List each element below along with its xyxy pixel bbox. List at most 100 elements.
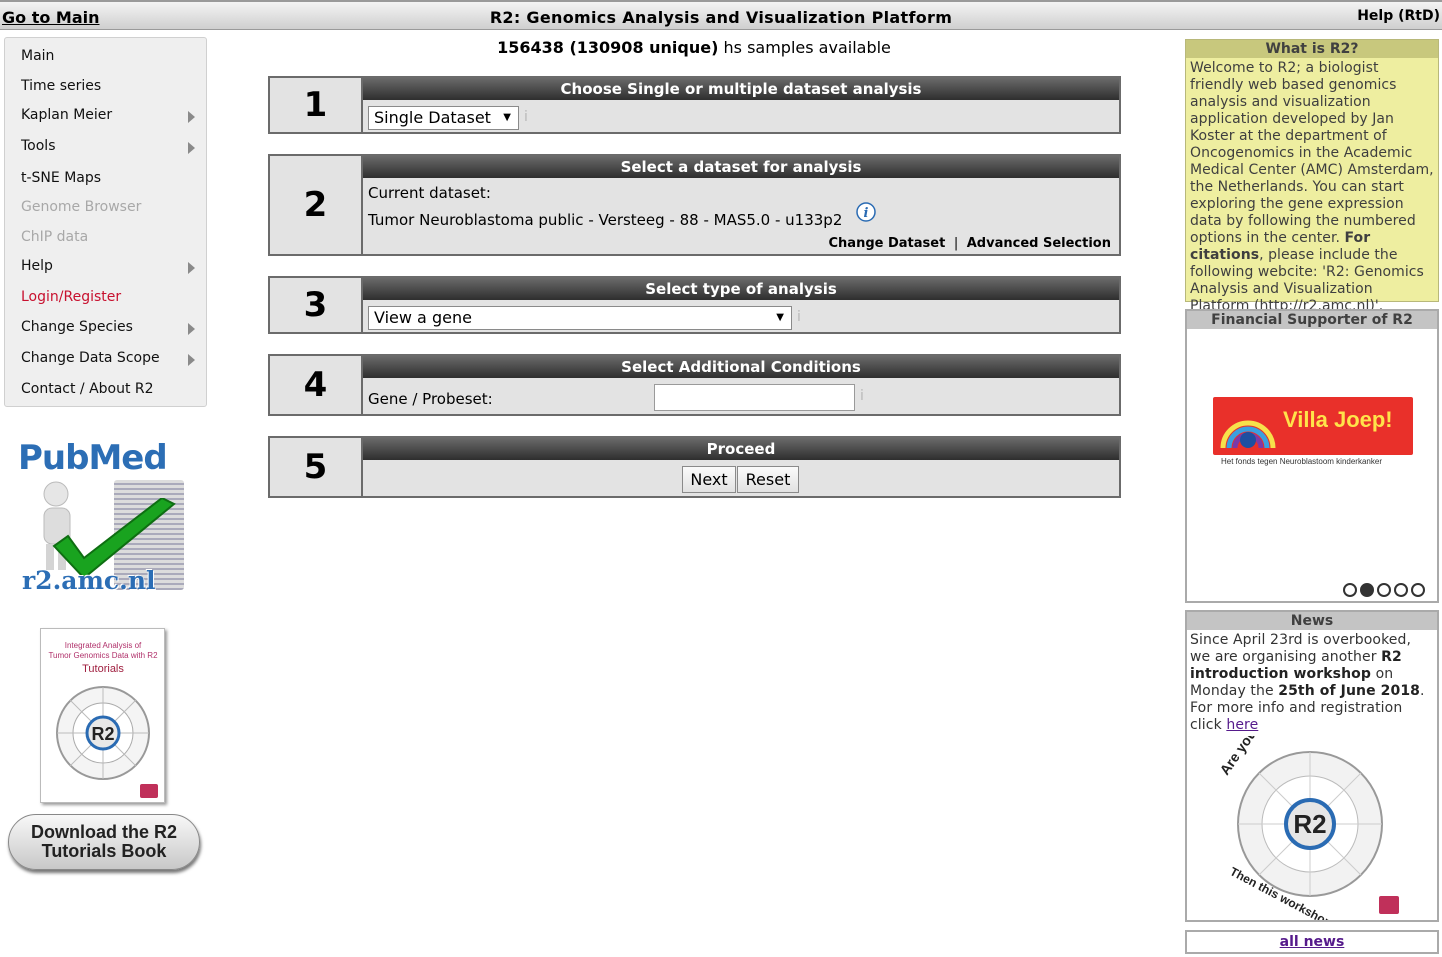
step-5-panel: 5 Proceed Next Reset	[268, 436, 1121, 498]
news-text-part: Since April 23rd is overbooked, we are o…	[1190, 632, 1412, 665]
top-bar: Go to Main R2: Genomics Analysis and Vis…	[0, 0, 1442, 30]
submenu-arrow-icon	[188, 262, 195, 274]
sidebar-item-chip-data: ChIP data	[21, 229, 205, 245]
page-title: R2: Genomics Analysis and Visualization …	[489, 8, 953, 27]
samples-available: 156438 (130908 unique) hs samples availa…	[268, 38, 1120, 57]
sidebar-item-change-data-scope[interactable]: Change Data Scope	[21, 350, 205, 366]
all-news-link[interactable]: all news	[1280, 934, 1345, 950]
sidebar-item-login-register[interactable]: Login/Register	[21, 289, 205, 305]
reset-button[interactable]: Reset	[737, 466, 799, 493]
news-bold-part: 25th of June 2018	[1278, 683, 1421, 699]
sidebar-item-time-series[interactable]: Time series	[21, 78, 205, 94]
panel-heading: Financial Supporter of R2	[1187, 311, 1437, 329]
next-button[interactable]: Next	[682, 466, 736, 493]
step-number: 1	[270, 78, 363, 132]
sidebar-item-label: Login/Register	[21, 289, 122, 305]
step-title: Proceed	[363, 438, 1119, 460]
dataset-info-icon[interactable]: i	[856, 202, 878, 224]
slide-dot[interactable]	[1411, 583, 1425, 597]
sidebar-item-label: t-SNE Maps	[21, 170, 102, 186]
slide-dot[interactable]	[1394, 583, 1408, 597]
pubmed-site-text: r2.amc.nl	[22, 566, 156, 595]
villa-joep-logo[interactable]: Villa Joep!	[1213, 397, 1413, 455]
gene-probeset-label: Gene / Probeset:	[368, 390, 493, 408]
slide-dot[interactable]	[1360, 583, 1374, 597]
step-number: 5	[270, 438, 363, 496]
link-separator: |	[953, 236, 959, 251]
villa-joep-tagline: Het fonds tegen Neuroblastoom kinderkank…	[1221, 457, 1382, 466]
news-panel: News Since April 23rd is overbooked, we …	[1185, 610, 1439, 922]
advanced-selection-link[interactable]: Advanced Selection	[967, 236, 1111, 251]
book-title-line1: Integrated Analysis of	[64, 641, 142, 650]
select-value: View a gene	[374, 308, 472, 327]
dataset-links: Change Dataset | Advanced Selection	[829, 236, 1112, 251]
sidebar-item-main[interactable]: Main	[21, 48, 205, 64]
submenu-arrow-icon	[188, 354, 195, 366]
svg-text:i: i	[864, 206, 869, 221]
submenu-arrow-icon	[188, 142, 195, 154]
book-title-line2: Tumor Genomics Data with R2	[48, 651, 158, 660]
poster-top-text: Are you:	[1216, 736, 1262, 778]
sidebar-item-label: Help	[21, 258, 53, 274]
samples-suffix: hs samples available	[723, 38, 891, 57]
sidebar-item-label: Time series	[21, 78, 102, 94]
news-text: Since April 23rd is overbooked, we are o…	[1187, 630, 1437, 736]
step-title: Select a dataset for analysis	[363, 156, 1119, 178]
villa-joep-text: Villa Joep!	[1283, 407, 1393, 432]
sidebar-item-label: Kaplan Meier	[21, 107, 113, 123]
r2-wheel-icon: R2	[56, 686, 150, 780]
step-2-panel: 2 Select a dataset for analysis Current …	[268, 154, 1121, 256]
info-icon[interactable]: i	[860, 388, 864, 404]
sidebar-menu: Main Time series Kaplan Meier Tools t-SNE Ma…	[4, 37, 207, 407]
slide-dot[interactable]	[1377, 583, 1391, 597]
workshop-poster[interactable]: R2 Are you: Then this workshop is for yo…	[1213, 736, 1407, 920]
amc-logo-icon	[140, 784, 158, 798]
sidebar-item-t-sne-maps[interactable]: t-SNE Maps	[21, 170, 205, 186]
amc-logo-icon	[1379, 896, 1399, 914]
sidebar-item-help[interactable]: Help	[21, 258, 205, 274]
download-tutorials-button[interactable]: Download the R2 Tutorials Book	[8, 814, 200, 870]
rainbow-icon	[1220, 420, 1276, 449]
step-title: Select type of analysis	[363, 278, 1119, 300]
poster-center-label: R2	[1293, 809, 1326, 839]
gene-probeset-input[interactable]	[654, 384, 855, 411]
sidebar-item-label: Contact / About R2	[21, 381, 154, 397]
help-link[interactable]: Help (RtD)	[1357, 8, 1440, 24]
current-dataset-label: Current dataset:	[368, 184, 491, 202]
sidebar-item-label: Change Data Scope	[21, 350, 160, 366]
sidebar-item-change-species[interactable]: Change Species	[21, 319, 205, 335]
all-news-box: all news	[1185, 930, 1439, 954]
step-number: 4	[270, 356, 363, 414]
sidebar-item-label: Tools	[21, 138, 56, 154]
step-number: 3	[270, 278, 363, 332]
sidebar-item-kaplan-meier[interactable]: Kaplan Meier	[21, 107, 205, 123]
analysis-mode-select[interactable]: Single Dataset ▼	[368, 106, 519, 130]
tutorials-book-cover[interactable]: Integrated Analysis of Tumor Genomics Da…	[40, 628, 165, 803]
dropdown-caret-icon: ▼	[776, 312, 784, 323]
sidebar-item-contact-about-r2[interactable]: Contact / About R2	[21, 381, 205, 397]
sidebar-item-tools[interactable]: Tools	[21, 138, 205, 154]
samples-count: 156438 (130908 unique)	[497, 38, 719, 57]
what-is-r2-panel: What is R2? Welcome to R2; a biologist f…	[1185, 39, 1439, 314]
sidebar-item-label: Genome Browser	[21, 199, 142, 215]
pubmed-logo[interactable]: PubMed r2.amc.nl	[14, 428, 194, 600]
change-dataset-link[interactable]: Change Dataset	[829, 236, 946, 251]
sidebar-item-label: Main	[21, 48, 55, 64]
analysis-type-select[interactable]: View a gene ▼	[368, 306, 792, 330]
step-3-panel: 3 Select type of analysis View a gene ▼ …	[268, 276, 1121, 334]
download-line2: Tutorials Book	[41, 841, 167, 861]
sidebar-item-label: Change Species	[21, 319, 133, 335]
current-dataset-name: Tumor Neuroblastoma public - Versteeg - …	[368, 211, 843, 229]
info-icon[interactable]: i	[524, 109, 528, 125]
download-line1: Download the R2	[30, 822, 177, 842]
news-here-link[interactable]: here	[1226, 717, 1258, 733]
panel-text: Welcome to R2; a biologist friendly web …	[1186, 58, 1438, 317]
step-4-panel: 4 Select Additional Conditions Gene / Pr…	[268, 354, 1121, 416]
submenu-arrow-icon	[188, 323, 195, 335]
slide-indicator	[1343, 583, 1428, 601]
info-icon[interactable]: i	[797, 309, 801, 325]
slide-dot[interactable]	[1343, 583, 1357, 597]
financial-supporter-panel: Financial Supporter of R2 Villa Joep! He…	[1185, 309, 1439, 603]
step-number: 2	[270, 156, 363, 254]
panel-heading: News	[1187, 612, 1437, 630]
